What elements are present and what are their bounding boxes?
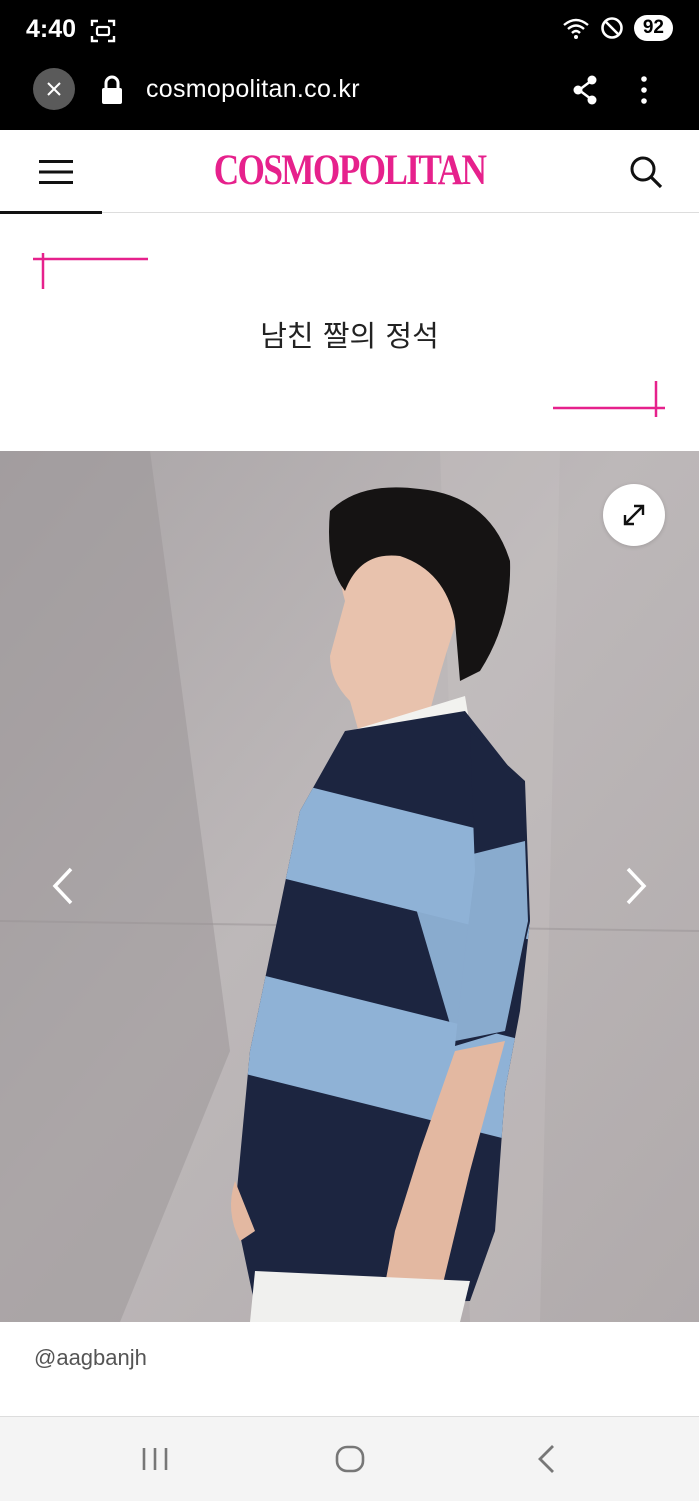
wifi-icon	[563, 18, 589, 39]
expand-icon	[623, 504, 645, 526]
system-navigation-bar	[0, 1416, 699, 1501]
status-indicators: 92	[562, 15, 673, 41]
status-bar: 4:40 92	[0, 0, 699, 62]
screen-capture-icon	[90, 19, 116, 43]
more-options-icon[interactable]	[634, 74, 654, 106]
url-field[interactable]: cosmopolitan.co.kr	[146, 75, 360, 104]
photo-caption: @aagbanjh	[34, 1345, 147, 1370]
search-icon[interactable]	[626, 152, 666, 192]
article-title-section: 남친 짤의 정석	[0, 213, 699, 451]
article-title: 남친 짤의 정석	[260, 319, 439, 353]
decorative-corner-top-left	[33, 253, 148, 289]
chevron-left-icon[interactable]	[45, 861, 81, 911]
site-header: COSMOPOLITAN	[0, 130, 699, 214]
back-icon[interactable]	[533, 1442, 559, 1476]
close-tab-button[interactable]	[33, 68, 75, 110]
photo-gallery[interactable]	[0, 451, 699, 1322]
chevron-right-icon[interactable]	[618, 861, 654, 911]
browser-toolbar: cosmopolitan.co.kr	[0, 62, 699, 130]
expand-button[interactable]	[603, 484, 665, 546]
status-time: 4:40	[26, 15, 77, 43]
gallery-photo	[0, 451, 699, 1322]
recent-apps-icon[interactable]	[140, 1445, 170, 1473]
battery-level: 92	[633, 15, 673, 41]
share-icon[interactable]	[570, 74, 600, 106]
close-icon	[47, 82, 61, 96]
site-logo[interactable]: COSMOPOLITAN	[63, 146, 636, 195]
decorative-corner-bottom-right	[553, 381, 665, 417]
home-icon[interactable]	[334, 1444, 366, 1474]
lock-icon[interactable]	[98, 74, 126, 106]
do-not-disturb-icon	[601, 17, 623, 39]
